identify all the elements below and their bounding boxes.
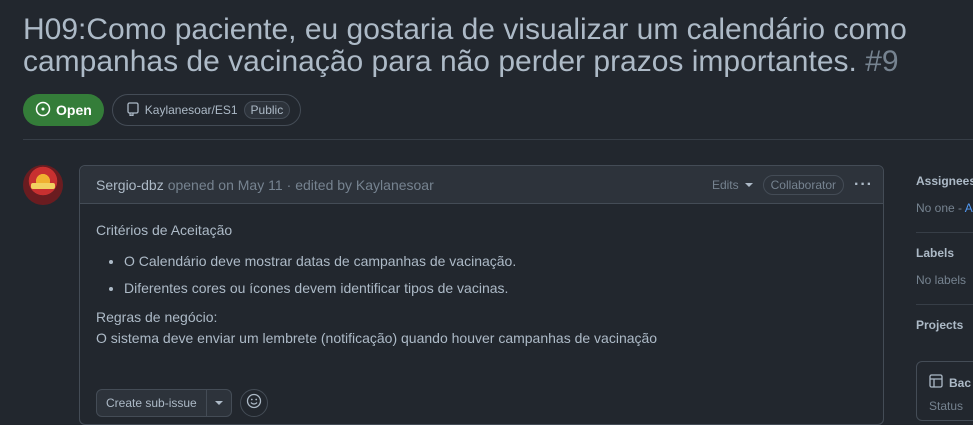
create-subissue-button[interactable]: Create sub-issue — [97, 390, 207, 416]
assignees-text: No one - — [916, 201, 963, 215]
table-icon — [929, 374, 943, 391]
issue-meta-row: Open Kaylanesoar/ES1 Public — [23, 94, 302, 126]
list-item: Diferentes cores ou ícones devem identif… — [124, 278, 867, 299]
labels-heading[interactable]: Labels — [916, 246, 973, 260]
header-divider — [23, 139, 973, 140]
sidebar-divider — [916, 232, 973, 233]
comment-header: Sergio-dbz opened on May 11 · edited by … — [80, 166, 883, 204]
triangle-down-icon — [744, 182, 753, 187]
comment-opened-text[interactable]: opened on May 11 — [168, 177, 283, 193]
role-badge: Collaborator — [762, 174, 845, 195]
comment-body: Critérios de Aceitação O Calendário deve… — [80, 204, 883, 349]
criteria-heading: Critérios de Aceitação — [96, 222, 233, 238]
avatar[interactable] — [23, 165, 63, 205]
comment-edited-text: · edited by Kaylanesoar — [286, 176, 434, 193]
project-name: Bac — [949, 375, 972, 390]
create-subissue-group: Create sub-issue — [96, 389, 232, 417]
repo-icon — [127, 101, 139, 119]
repo-link[interactable]: Kaylanesoar/ES1 Public — [111, 94, 302, 126]
issue-title: H09:Como paciente, eu gostaria de visual… — [23, 14, 973, 78]
issue-number: #9 — [865, 45, 899, 78]
repo-name: Kaylanesoar/ES1 — [144, 103, 238, 117]
assign-yourself-link[interactable]: A — [965, 201, 973, 215]
rules-text: O sistema deve enviar um lembrete (notif… — [96, 330, 658, 346]
smiley-icon — [246, 393, 262, 414]
project-status-label: Status — [929, 399, 964, 413]
visibility-badge: Public — [243, 101, 291, 119]
issue-comment: Sergio-dbz opened on May 11 · edited by … — [79, 165, 884, 425]
criteria-list: O Calendário deve mostrar datas de campa… — [96, 251, 867, 299]
edits-label: Edits — [711, 177, 739, 192]
projects-heading[interactable]: Projects — [916, 318, 973, 332]
labels-value: No labels — [916, 273, 967, 287]
issue-opened-icon — [35, 101, 51, 120]
reaction-button[interactable] — [239, 389, 268, 417]
assignees-heading[interactable]: Assignees — [916, 174, 973, 188]
issue-sidebar: Assignees No one - A Labels No labels Pr… — [916, 165, 973, 332]
project-card[interactable]: Bac Status — [916, 361, 973, 421]
list-item: O Calendário deve mostrar datas de campa… — [124, 251, 867, 272]
issue-title-line1: H09:Como paciente, eu gostaria de visual… — [23, 13, 907, 46]
comment-author[interactable]: Sergio-dbz — [96, 177, 164, 193]
comment-actions: Create sub-issue — [96, 389, 268, 417]
project-name-row: Bac — [929, 374, 973, 391]
issue-state-label: Open — [56, 102, 92, 118]
assignees-value: No one - A — [916, 201, 973, 215]
triangle-down-icon — [214, 401, 223, 405]
sidebar-divider — [916, 304, 973, 305]
issue-state-badge: Open — [23, 94, 104, 126]
edits-dropdown[interactable]: Edits — [712, 178, 753, 192]
kebab-horizontal-icon[interactable]: ··· — [854, 176, 873, 194]
create-subissue-dropdown[interactable] — [207, 390, 231, 416]
rules-title: Regras de negócio: — [96, 309, 218, 325]
issue-title-line2: campanhas de vacinação para não perder p… — [23, 45, 857, 78]
